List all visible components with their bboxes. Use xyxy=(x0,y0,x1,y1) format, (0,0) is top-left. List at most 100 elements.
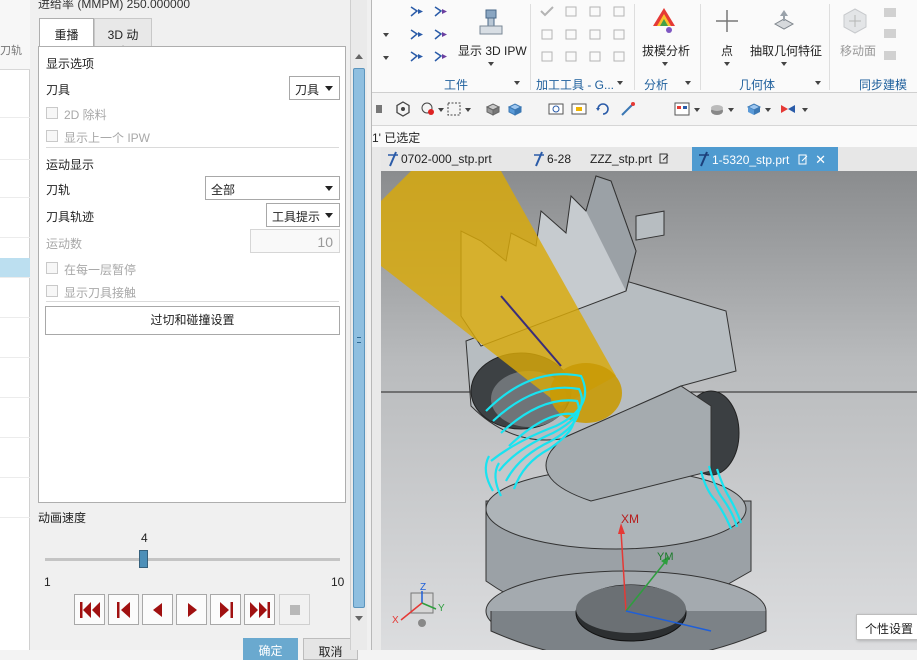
tool-icon[interactable] xyxy=(588,51,602,62)
chevron-down-icon[interactable] xyxy=(383,56,389,60)
chevron-down-icon[interactable] xyxy=(694,108,700,112)
dialog-scrollbar[interactable] xyxy=(350,0,367,650)
chevron-down-icon[interactable] xyxy=(728,108,734,112)
toolpath-icon[interactable] xyxy=(434,51,448,62)
chevron-down-icon[interactable] xyxy=(617,81,623,85)
file-tab-1-5320[interactable]: 1-5320_stp.prt ✕ xyxy=(692,147,838,171)
orient-view-icon[interactable] xyxy=(674,101,690,117)
tool-icon[interactable] xyxy=(564,29,578,40)
chevron-down-icon[interactable] xyxy=(383,33,389,37)
list-item[interactable] xyxy=(0,498,30,518)
extract-geometry-button[interactable]: 抽取几何特征 xyxy=(750,42,822,59)
list-item-selected[interactable] xyxy=(0,258,30,278)
zoom-icon[interactable] xyxy=(571,101,587,117)
hexagon-icon[interactable] xyxy=(395,101,411,117)
motion-count-input[interactable]: 10 xyxy=(250,229,340,253)
tool-icon[interactable] xyxy=(564,6,578,17)
draft-analysis-icon[interactable] xyxy=(651,6,677,36)
list-item[interactable] xyxy=(0,140,30,160)
tool-icon[interactable] xyxy=(540,29,554,40)
sync-icon[interactable] xyxy=(883,50,897,61)
toolpath-icon[interactable] xyxy=(410,51,424,62)
move-face-icon[interactable] xyxy=(840,6,870,36)
save-icon[interactable] xyxy=(798,154,808,165)
remove-2d-checkbox[interactable] xyxy=(46,107,58,119)
tool-select[interactable]: 刀具 xyxy=(289,76,340,100)
scroll-up-arrow-icon[interactable] xyxy=(355,54,363,59)
toolpath-icon[interactable] xyxy=(434,6,448,17)
tool-icon[interactable] xyxy=(612,29,626,40)
chevron-down-icon[interactable] xyxy=(724,62,730,66)
play-forward-button[interactable] xyxy=(176,594,207,625)
show-hide-icon[interactable] xyxy=(780,101,796,117)
slider-handle[interactable] xyxy=(139,550,149,568)
list-item[interactable] xyxy=(0,98,30,118)
ipw-icon[interactable] xyxy=(478,8,504,38)
pan-icon[interactable] xyxy=(620,101,636,117)
fit-view-icon[interactable] xyxy=(548,101,564,117)
snap-point-icon[interactable] xyxy=(420,101,436,117)
extract-icon[interactable] xyxy=(771,6,797,36)
render-style-icon[interactable] xyxy=(709,101,725,117)
list-item[interactable] xyxy=(0,338,30,358)
gouge-collision-settings-button[interactable]: 过切和碰撞设置 xyxy=(45,306,340,335)
point-button[interactable]: 点 xyxy=(721,42,733,59)
list-item[interactable] xyxy=(0,218,30,238)
move-face-button[interactable]: 移动面 xyxy=(840,42,876,59)
chevron-down-icon[interactable] xyxy=(765,108,771,112)
step-back-button[interactable] xyxy=(108,594,139,625)
show-tool-contact-checkbox[interactable] xyxy=(46,285,58,297)
play-backward-button[interactable] xyxy=(142,594,173,625)
step-forward-button[interactable] xyxy=(210,594,241,625)
ok-button[interactable]: 确定 xyxy=(243,638,298,660)
sync-icon[interactable] xyxy=(883,7,897,18)
shaded-icon[interactable] xyxy=(485,101,501,117)
sync-icon[interactable] xyxy=(883,28,897,39)
pause-each-layer-checkbox[interactable] xyxy=(46,262,58,274)
scroll-down-arrow-icon[interactable] xyxy=(355,616,363,621)
chevron-down-icon[interactable] xyxy=(465,108,471,112)
file-tab-0702-000[interactable]: 0702-000_stp.prt xyxy=(381,147,517,171)
scrollbar-thumb[interactable] xyxy=(353,68,365,608)
chevron-down-icon[interactable] xyxy=(662,62,668,66)
show-3d-ipw-button[interactable]: 显示 3D IPW xyxy=(458,42,527,59)
close-icon[interactable]: ✕ xyxy=(815,152,826,167)
list-item[interactable] xyxy=(0,298,30,318)
stop-button[interactable] xyxy=(279,594,310,625)
check-icon[interactable] xyxy=(540,6,554,17)
cube-icon[interactable] xyxy=(507,101,523,117)
toolpath-icon[interactable] xyxy=(410,29,424,40)
chevron-down-icon[interactable] xyxy=(802,108,808,112)
chevron-down-icon[interactable] xyxy=(685,81,691,85)
rotate-icon[interactable] xyxy=(595,101,611,117)
animation-speed-slider[interactable] xyxy=(45,558,340,561)
show-prev-ipw-checkbox[interactable] xyxy=(46,130,58,142)
tool-icon[interactable] xyxy=(540,51,554,62)
list-item[interactable] xyxy=(0,178,30,198)
toolpath-icon[interactable] xyxy=(434,29,448,40)
toolpath-icon[interactable] xyxy=(410,6,424,17)
filter-icon[interactable] xyxy=(375,101,391,117)
draft-analysis-button[interactable]: 拔模分析 xyxy=(642,42,690,59)
list-item[interactable] xyxy=(0,378,30,398)
chevron-down-icon[interactable] xyxy=(815,81,821,85)
tool-icon[interactable] xyxy=(612,6,626,17)
point-icon[interactable] xyxy=(715,8,739,34)
tool-icon[interactable] xyxy=(588,29,602,40)
tool-trace-select[interactable]: 工具提示 xyxy=(266,203,340,227)
list-item[interactable] xyxy=(0,418,30,438)
fast-forward-to-end-button[interactable] xyxy=(244,594,275,625)
selection-box-icon[interactable] xyxy=(446,101,462,117)
file-tab-zzz[interactable]: ZZZ_stp.prt xyxy=(571,147,681,171)
chevron-down-icon[interactable] xyxy=(438,108,444,112)
rewind-to-start-button[interactable] xyxy=(74,594,105,625)
chevron-down-icon[interactable] xyxy=(514,81,520,85)
tab-3d-dynamic[interactable]: 3D 动态 xyxy=(94,18,152,59)
list-item[interactable] xyxy=(0,458,30,478)
graphics-viewport[interactable]: XM YM Z Y X xyxy=(381,171,917,650)
tool-icon[interactable] xyxy=(588,6,602,17)
chevron-down-icon[interactable] xyxy=(488,62,494,66)
background-icon[interactable] xyxy=(746,101,762,117)
chevron-down-icon[interactable] xyxy=(781,62,787,66)
toolpath-select[interactable]: 全部 xyxy=(205,176,340,200)
